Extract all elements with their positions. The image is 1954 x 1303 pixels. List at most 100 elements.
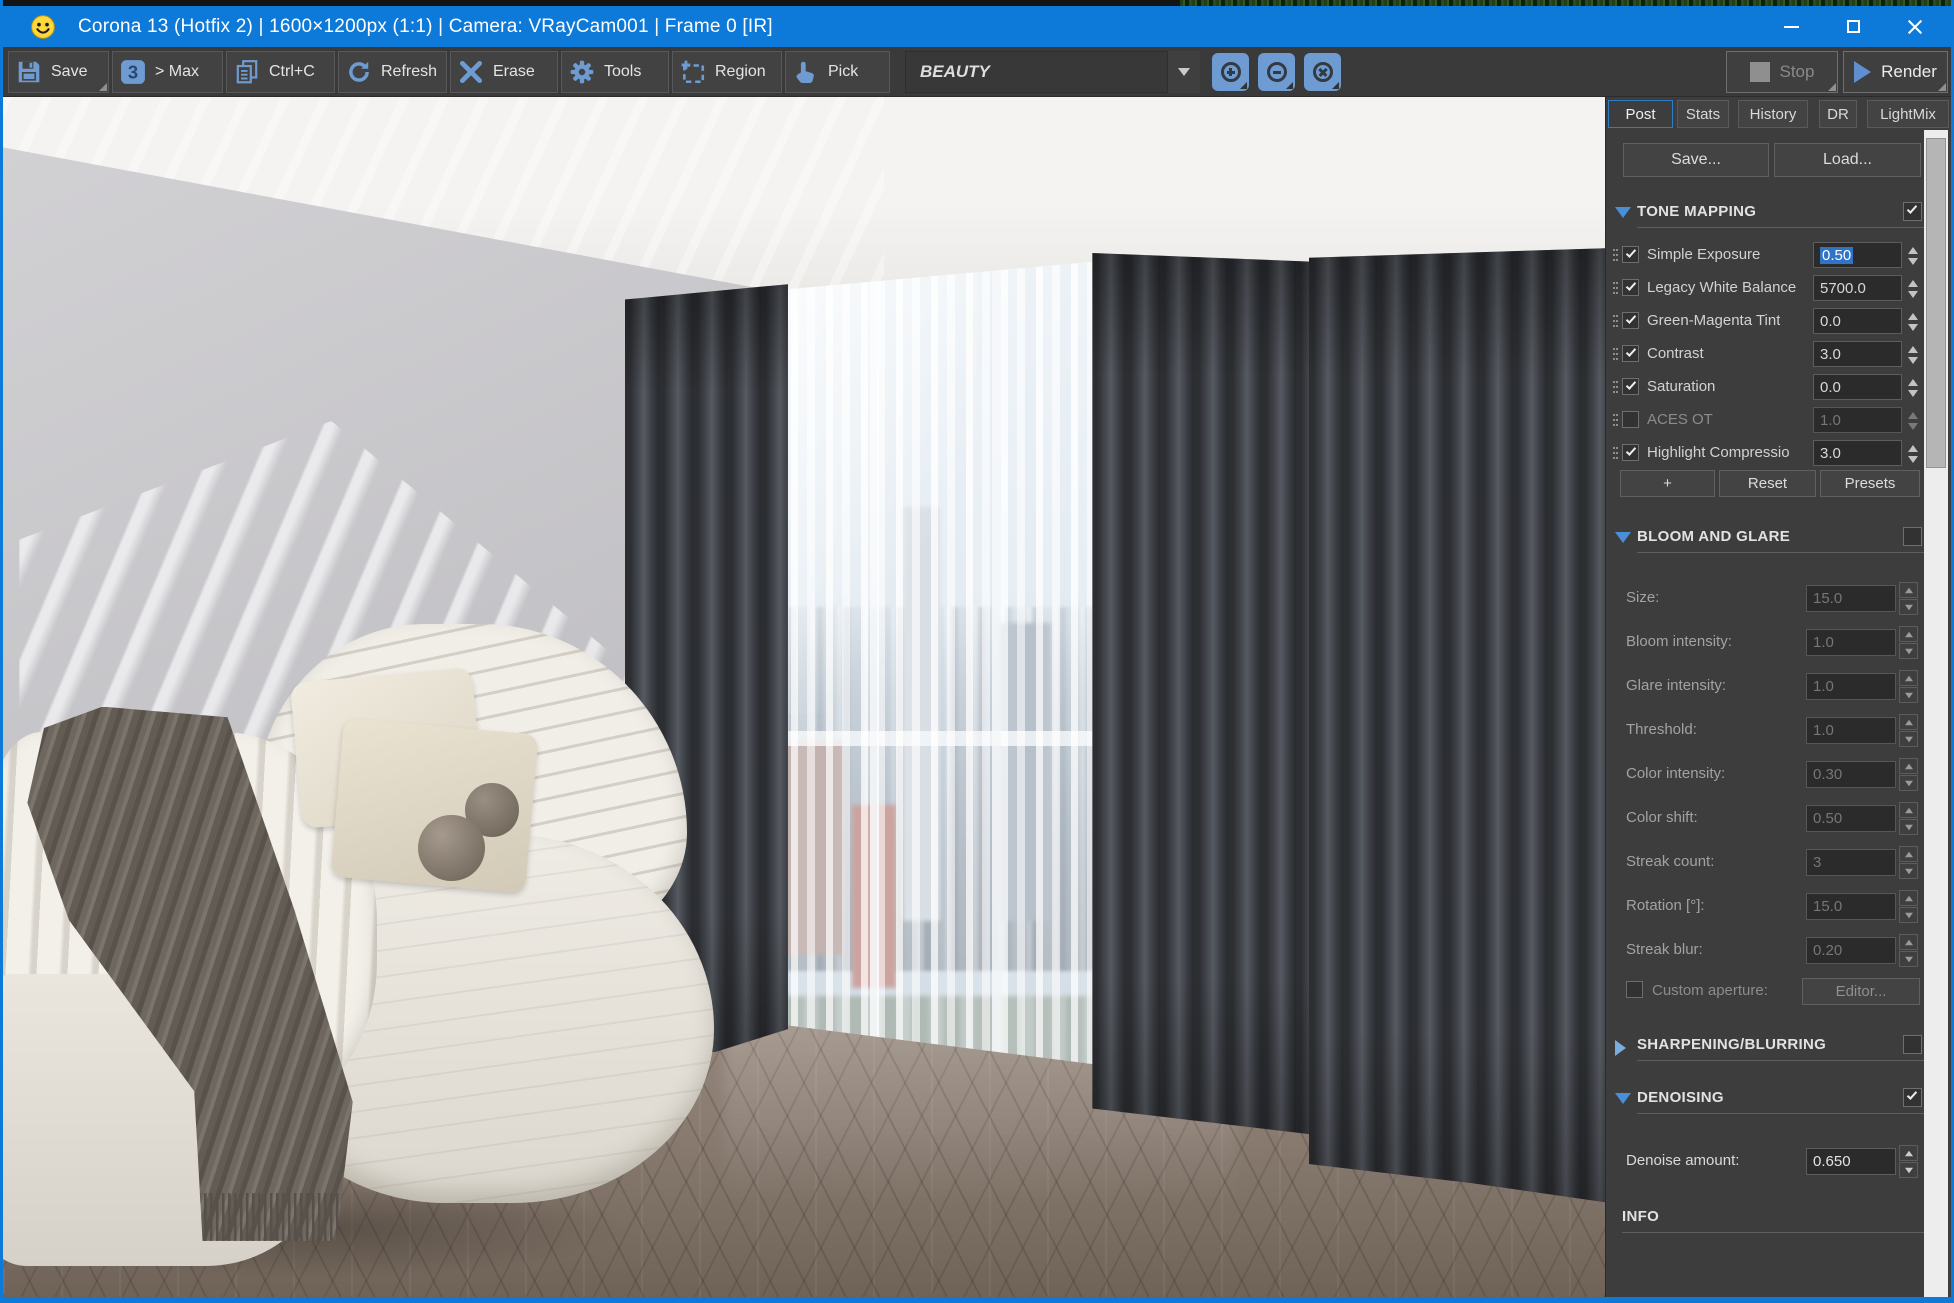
save-settings-button[interactable]: Save... — [1623, 143, 1769, 177]
zoom-out-icon — [1266, 62, 1287, 82]
spinner — [1899, 890, 1918, 923]
3dsmax-icon: 3 — [121, 60, 145, 84]
checkbox[interactable] — [1622, 246, 1639, 263]
checkbox[interactable] — [1622, 312, 1639, 329]
tab-dr[interactable]: DR — [1819, 100, 1857, 128]
tab-history[interactable]: History — [1738, 100, 1808, 128]
value-input[interactable]: 0.0 — [1813, 374, 1902, 400]
load-settings-button[interactable]: Load... — [1774, 143, 1921, 177]
sheer-highlight — [755, 259, 977, 715]
copy-icon — [236, 60, 258, 84]
value-input[interactable]: 0.50 — [1813, 242, 1902, 268]
collapse-triangle-icon[interactable] — [1615, 207, 1631, 218]
region-select-icon — [681, 60, 705, 84]
spinner[interactable] — [1905, 309, 1921, 334]
render-button[interactable]: Render — [1843, 51, 1948, 93]
title-bar[interactable]: Corona 13 (Hotfix 2) | 1600×1200px (1:1)… — [3, 6, 1951, 47]
zoom-reset-icon — [1312, 62, 1333, 82]
drag-handle[interactable] — [1613, 447, 1615, 449]
panel-scrollbar[interactable] — [1924, 130, 1948, 1297]
stop-icon — [1749, 62, 1770, 82]
erase-button[interactable]: Erase — [450, 51, 558, 93]
minimize-button[interactable] — [1760, 6, 1822, 47]
custom-aperture-checkbox[interactable] — [1626, 981, 1643, 998]
refresh-button[interactable]: Refresh — [338, 51, 447, 93]
window-title: Corona 13 (Hotfix 2) | 1600×1200px (1:1)… — [78, 15, 773, 37]
tab-stats[interactable]: Stats — [1677, 100, 1729, 128]
bloom-glare-checkbox[interactable] — [1903, 527, 1922, 546]
spinner[interactable] — [1905, 342, 1921, 367]
copy-to-max-button[interactable]: 3 > Max — [112, 51, 223, 93]
zoom-in-button[interactable] — [1212, 53, 1249, 91]
value-input[interactable]: 3.0 — [1813, 341, 1902, 367]
drag-handle[interactable] — [1613, 414, 1615, 416]
divider — [1637, 552, 1924, 553]
bloom-row-rotation: Rotation [°]: 15.0 — [1606, 890, 1951, 923]
checkbox[interactable] — [1622, 444, 1639, 461]
drag-handle[interactable] — [1613, 249, 1615, 251]
zoom-out-button[interactable] — [1258, 53, 1295, 91]
drag-handle[interactable] — [1613, 315, 1615, 317]
pick-hand-icon — [796, 61, 814, 84]
drag-handle[interactable] — [1613, 282, 1615, 284]
denoising-checkbox[interactable] — [1903, 1088, 1922, 1107]
region-button[interactable]: Region — [672, 51, 782, 93]
close-button[interactable] — [1884, 6, 1946, 47]
bloom-glare-header: BLOOM AND GLARE — [1606, 527, 1951, 550]
value-input[interactable]: 5700.0 — [1813, 275, 1902, 301]
spinner — [1899, 846, 1918, 879]
checkbox[interactable] — [1622, 345, 1639, 362]
toolbar: Save 3 > Max Ctrl+C Refresh Erase Tools … — [3, 47, 1951, 97]
spinner — [1899, 714, 1918, 747]
zoom-reset-button[interactable] — [1304, 53, 1341, 91]
value-input[interactable]: 3.0 — [1813, 440, 1902, 466]
drag-handle[interactable] — [1613, 348, 1615, 350]
spinner[interactable] — [1905, 441, 1921, 466]
value-input[interactable]: 0.650 — [1806, 1148, 1896, 1175]
drag-handle[interactable] — [1613, 381, 1615, 383]
sharpening-checkbox[interactable] — [1903, 1035, 1922, 1054]
value-input[interactable]: 0.0 — [1813, 308, 1902, 334]
scrollbar-thumb[interactable] — [1926, 138, 1946, 468]
value-input: 0.30 — [1806, 761, 1896, 788]
presets-button[interactable]: Presets — [1820, 470, 1920, 497]
spinner[interactable] — [1899, 1145, 1918, 1178]
checkbox[interactable] — [1622, 378, 1639, 395]
corona-vfb-window: Corona 13 (Hotfix 2) | 1600×1200px (1:1)… — [0, 0, 1954, 1303]
render-viewport[interactable] — [3, 97, 1605, 1297]
tab-lightmix[interactable]: LightMix — [1867, 100, 1949, 128]
copy-clipboard-button[interactable]: Ctrl+C — [226, 51, 335, 93]
tone-row-highlight-compression: Highlight Compressio 3.0 — [1606, 440, 1951, 468]
spinner[interactable] — [1905, 375, 1921, 400]
stop-button[interactable]: Stop — [1726, 51, 1838, 93]
spinner — [1899, 802, 1918, 835]
dark-curtain-far-right — [1308, 248, 1605, 1203]
ball-cushion — [417, 814, 485, 882]
save-button[interactable]: Save — [8, 51, 109, 93]
value-input: 1.0 — [1813, 407, 1902, 433]
spinner — [1899, 934, 1918, 967]
tone-mapping-checkbox[interactable] — [1903, 202, 1922, 221]
bloom-row-bloom-intensity: Bloom intensity: 1.0 — [1606, 626, 1951, 659]
spinner — [1905, 408, 1921, 433]
maximize-button[interactable] — [1822, 6, 1884, 47]
add-operator-button[interactable]: + — [1620, 470, 1715, 497]
checkbox[interactable] — [1622, 279, 1639, 296]
tab-post[interactable]: Post — [1608, 100, 1673, 128]
spinner[interactable] — [1905, 276, 1921, 301]
expand-triangle-icon[interactable] — [1615, 1040, 1626, 1056]
svg-text:3: 3 — [128, 62, 138, 83]
collapse-triangle-icon[interactable] — [1615, 532, 1631, 543]
pick-button[interactable]: Pick — [785, 51, 890, 93]
spinner — [1899, 582, 1918, 615]
bloom-row-streak-blur: Streak blur: 0.20 — [1606, 934, 1951, 967]
chevron-down-icon[interactable] — [1168, 51, 1200, 93]
collapse-triangle-icon[interactable] — [1615, 1093, 1631, 1104]
checkbox[interactable] — [1622, 411, 1639, 428]
tools-button[interactable]: Tools — [561, 51, 669, 93]
reset-button[interactable]: Reset — [1719, 470, 1816, 497]
spinner[interactable] — [1905, 243, 1921, 268]
render-element-select[interactable]: BEAUTY — [905, 51, 1168, 93]
bloom-row-glare-intensity: Glare intensity: 1.0 — [1606, 670, 1951, 703]
value-input: 0.50 — [1806, 805, 1896, 832]
